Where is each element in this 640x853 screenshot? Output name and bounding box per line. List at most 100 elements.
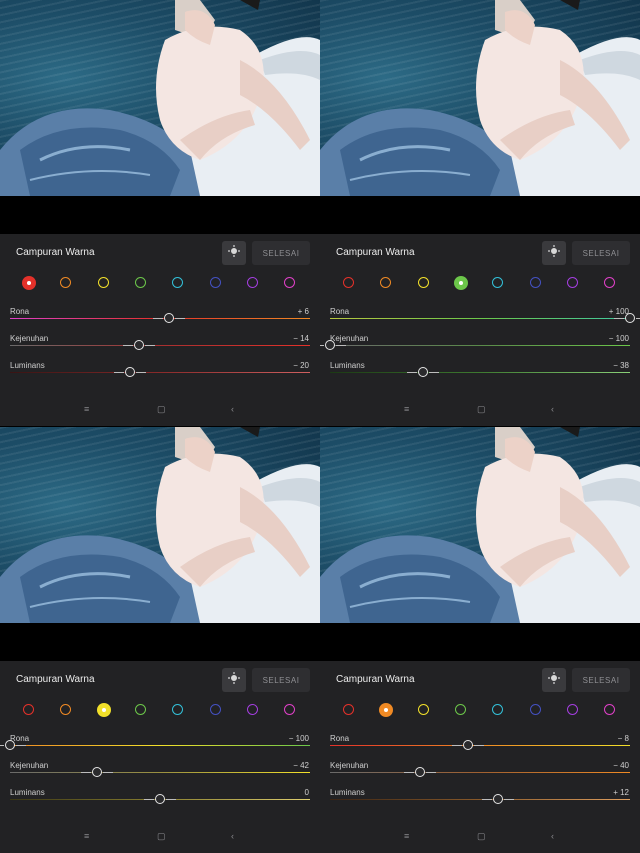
slider-track[interactable] bbox=[10, 745, 310, 746]
target-icon bbox=[228, 671, 240, 689]
color-swatch[interactable] bbox=[567, 277, 578, 288]
system-nav-bar: ≡ ▢ ‹ bbox=[0, 831, 320, 845]
color-swatch-selected[interactable] bbox=[379, 702, 393, 717]
slider-track[interactable] bbox=[330, 799, 630, 800]
done-button[interactable]: SELESAI bbox=[572, 241, 630, 265]
slider-thumb[interactable] bbox=[153, 313, 185, 323]
color-swatch[interactable] bbox=[284, 704, 295, 715]
slider-thumb[interactable] bbox=[81, 767, 113, 777]
color-swatch[interactable] bbox=[418, 277, 429, 288]
slider-thumb[interactable] bbox=[320, 340, 346, 350]
back-chevron-icon[interactable]: ‹ bbox=[551, 404, 554, 414]
slider-thumb[interactable] bbox=[144, 794, 176, 804]
color-swatch[interactable] bbox=[23, 704, 34, 715]
slider-thumb[interactable] bbox=[614, 313, 640, 323]
color-swatch[interactable] bbox=[343, 704, 354, 715]
slider-thumb[interactable] bbox=[0, 740, 26, 750]
back-chevron-icon[interactable]: ‹ bbox=[231, 831, 234, 841]
slider-thumb[interactable] bbox=[123, 340, 155, 350]
photo-gap bbox=[0, 623, 320, 661]
target-adjust-button[interactable] bbox=[222, 668, 246, 692]
color-swatch[interactable] bbox=[604, 704, 615, 715]
slider-thumb[interactable] bbox=[452, 740, 484, 750]
slider-thumb[interactable] bbox=[482, 794, 514, 804]
home-square-icon[interactable]: ▢ bbox=[477, 404, 486, 415]
menu-icon[interactable]: ≡ bbox=[84, 404, 89, 414]
slider-track[interactable] bbox=[10, 372, 310, 373]
slider-thumb[interactable] bbox=[407, 367, 439, 377]
slider-value: − 20 bbox=[293, 361, 309, 370]
menu-icon[interactable]: ≡ bbox=[84, 831, 89, 841]
back-chevron-icon[interactable]: ‹ bbox=[231, 404, 234, 414]
target-icon bbox=[548, 671, 560, 689]
color-swatch[interactable] bbox=[492, 704, 503, 715]
slider-value: + 6 bbox=[297, 307, 309, 316]
color-swatch[interactable] bbox=[604, 277, 615, 288]
color-swatch[interactable] bbox=[135, 277, 146, 288]
color-swatch[interactable] bbox=[343, 277, 354, 288]
color-swatch[interactable] bbox=[210, 277, 221, 288]
slider-label: Kejenuhan bbox=[330, 761, 369, 770]
slider-track[interactable] bbox=[330, 345, 630, 346]
slider-thumb[interactable] bbox=[404, 767, 436, 777]
back-chevron-icon[interactable]: ‹ bbox=[551, 831, 554, 841]
target-adjust-button[interactable] bbox=[542, 241, 566, 265]
color-swatch-row bbox=[343, 702, 619, 718]
color-mix-panel: Campuran Warna SELESAI Rona + 100 Kejenuhan… bbox=[320, 234, 640, 426]
slider-label: Rona bbox=[330, 734, 350, 743]
color-swatch-selected[interactable] bbox=[97, 702, 111, 717]
color-swatch[interactable] bbox=[172, 704, 183, 715]
slider-thumb[interactable] bbox=[114, 367, 146, 377]
done-button[interactable]: SELESAI bbox=[252, 668, 310, 692]
color-swatch[interactable] bbox=[135, 704, 146, 715]
color-swatch[interactable] bbox=[492, 277, 503, 288]
slider-label: Rona bbox=[10, 307, 30, 316]
color-swatch-row bbox=[22, 275, 299, 291]
home-square-icon[interactable]: ▢ bbox=[477, 831, 486, 842]
photo-preview bbox=[320, 427, 640, 623]
color-swatch[interactable] bbox=[380, 277, 391, 288]
slider-label: Luminans bbox=[10, 361, 45, 370]
done-button[interactable]: SELESAI bbox=[572, 668, 630, 692]
slider-track[interactable] bbox=[330, 372, 630, 373]
color-mix-panel: Campuran Warna SELESAI Rona − 8 Kejenuhan − … bbox=[320, 661, 640, 853]
panel-title: Campuran Warna bbox=[16, 247, 95, 258]
slider-label: Kejenuhan bbox=[10, 334, 49, 343]
color-swatch[interactable] bbox=[530, 704, 541, 715]
color-swatch[interactable] bbox=[98, 277, 109, 288]
color-swatch[interactable] bbox=[210, 704, 221, 715]
color-swatch[interactable] bbox=[530, 277, 541, 288]
slider-label: Luminans bbox=[330, 788, 365, 797]
color-swatch[interactable] bbox=[247, 704, 258, 715]
target-adjust-button[interactable] bbox=[222, 241, 246, 265]
color-mix-panel: Campuran Warna SELESAI Rona − 100 Kejenuhan… bbox=[0, 661, 320, 853]
home-square-icon[interactable]: ▢ bbox=[157, 404, 166, 415]
menu-icon[interactable]: ≡ bbox=[404, 831, 409, 841]
slider-track[interactable] bbox=[10, 345, 310, 346]
slider-track[interactable] bbox=[330, 318, 630, 319]
editor-screen: Campuran Warna SELESAI Rona − 100 Kejenuhan… bbox=[0, 427, 320, 853]
color-swatch[interactable] bbox=[60, 704, 71, 715]
menu-icon[interactable]: ≡ bbox=[404, 404, 409, 414]
done-button[interactable]: SELESAI bbox=[252, 241, 310, 265]
slider-value: + 12 bbox=[613, 788, 629, 797]
photo-gap bbox=[320, 196, 640, 234]
slider-label: Rona bbox=[330, 307, 350, 316]
photo-preview bbox=[0, 0, 320, 196]
slider-track[interactable] bbox=[10, 772, 310, 773]
color-swatch-row bbox=[23, 702, 299, 718]
color-swatch[interactable] bbox=[60, 277, 71, 288]
color-swatch[interactable] bbox=[418, 704, 429, 715]
color-swatch-selected[interactable] bbox=[454, 275, 468, 290]
target-adjust-button[interactable] bbox=[542, 668, 566, 692]
color-swatch[interactable] bbox=[284, 277, 295, 288]
editor-screen: Campuran Warna SELESAI Rona + 6 Kejenuhan − … bbox=[0, 0, 320, 426]
color-swatch[interactable] bbox=[567, 704, 578, 715]
home-square-icon[interactable]: ▢ bbox=[157, 831, 166, 842]
color-swatch[interactable] bbox=[247, 277, 258, 288]
color-swatch[interactable] bbox=[172, 277, 183, 288]
color-swatch-selected[interactable] bbox=[22, 275, 36, 290]
color-swatch[interactable] bbox=[455, 704, 466, 715]
slider-track[interactable] bbox=[330, 772, 630, 773]
panel-title: Campuran Warna bbox=[16, 674, 95, 685]
